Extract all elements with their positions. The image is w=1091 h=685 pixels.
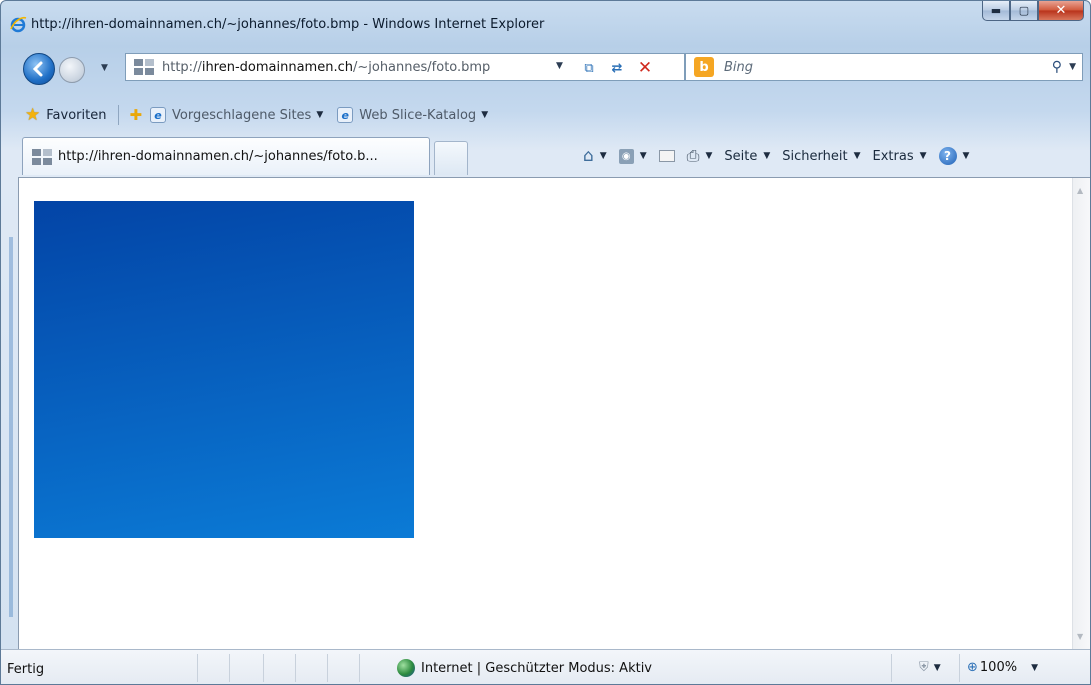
page-menu-label: Seite: [724, 148, 758, 164]
minimize-button[interactable]: ▬: [982, 1, 1010, 21]
ie-window: http://ihren-domainnamen.ch/~johannes/fo…: [0, 0, 1091, 685]
internet-globe-icon: [397, 659, 415, 677]
divider: [229, 654, 230, 682]
zone-label: Internet | Geschützter Modus: Aktiv: [421, 660, 652, 676]
protected-mode-icon: ⛨: [919, 660, 929, 675]
address-dropdown-icon[interactable]: ▼: [556, 61, 563, 71]
page-content: ▲ ▼: [18, 177, 1090, 649]
address-protocol: http://: [162, 59, 202, 75]
fav-item-web-slice-gallery[interactable]: e Web Slice-Katalog ▼: [337, 107, 488, 123]
fav-item-suggested-sites[interactable]: e Vorgeschlagene Sites ▼: [150, 107, 323, 123]
tools-menu-button[interactable]: Extras ▼: [873, 149, 927, 164]
tab-label: http://ihren-domainnamen.ch/~johannes/fo…: [58, 149, 378, 164]
new-tab-button[interactable]: [434, 141, 468, 175]
status-bar: Fertig Internet | Geschützter Modus: Akt…: [1, 649, 1090, 684]
favorites-star-icon: ★: [25, 105, 41, 125]
zoom-magnifier-icon: ⊕: [967, 660, 978, 675]
feeds-button[interactable]: ◉ ▼: [618, 148, 647, 164]
scroll-down-icon[interactable]: ▼: [1077, 632, 1083, 641]
chevron-down-icon: ▼: [962, 151, 970, 161]
favorites-label: Favoriten: [46, 107, 107, 123]
chevron-down-icon: ▼: [599, 151, 607, 161]
stop-icon[interactable]: ✕: [634, 58, 656, 78]
command-bar: ⌂ ▼ ◉ ▼ ⎙ ▼ Seite ▼ Sicherheit ▼ Extras …: [583, 143, 969, 169]
address-host: ihren-domainnamen.ch: [201, 59, 353, 75]
search-options-dropdown-icon[interactable]: ▼: [1069, 62, 1076, 72]
ie-logo-icon: [10, 16, 27, 33]
divider: [197, 654, 198, 682]
chevron-down-icon: ▼: [919, 151, 927, 161]
add-to-favorites-bar-icon[interactable]: ✚: [129, 106, 142, 124]
chevron-down-icon: ▼: [853, 151, 861, 161]
chevron-down-icon: ▼: [481, 110, 489, 120]
print-button[interactable]: ⎙ ▼: [687, 146, 713, 166]
zoom-button[interactable]: ⊕ 100% ▼: [967, 660, 1038, 675]
displayed-bitmap-image: [34, 201, 414, 538]
address-input[interactable]: http://ihren-domainnamen.ch/~johannes/fo…: [162, 60, 490, 75]
caption-buttons: ▬ ▢ ✕: [982, 1, 1084, 23]
favorites-bar: ★ Favoriten ✚ e Vorgeschlagene Sites ▼ e…: [1, 99, 1090, 131]
address-bar[interactable]: http://ihren-domainnamen.ch/~johannes/fo…: [125, 53, 685, 81]
protected-mode-button[interactable]: ⛨ ▼: [919, 660, 941, 675]
back-button[interactable]: [23, 53, 55, 85]
printer-icon: ⎙: [686, 146, 700, 165]
divider: [118, 105, 120, 125]
ie-page-icon: e: [337, 107, 354, 123]
chevron-down-icon: ▼: [1031, 662, 1038, 673]
page-menu-button[interactable]: Seite ▼: [724, 149, 770, 164]
home-icon: ⌂: [583, 146, 594, 166]
fav-item-label: Web Slice-Katalog: [359, 107, 477, 123]
compatibility-view-icon[interactable]: ⧉: [578, 58, 600, 78]
divider: [327, 654, 328, 682]
status-text: Fertig: [7, 662, 45, 677]
back-arrow-icon: [32, 61, 43, 77]
scroll-up-icon[interactable]: ▲: [1077, 186, 1083, 195]
page-favicon-icon: [134, 59, 154, 75]
divider: [959, 654, 960, 682]
security-zone[interactable]: Internet | Geschützter Modus: Aktiv: [397, 659, 652, 677]
mail-icon: [658, 150, 675, 162]
history-dropdown-icon[interactable]: ▼: [101, 63, 108, 73]
divider: [295, 654, 296, 682]
chevron-down-icon: ▼: [705, 151, 713, 161]
chevron-down-icon: ▼: [639, 151, 647, 161]
close-button[interactable]: ✕: [1038, 1, 1084, 21]
page-favicon-icon: [32, 148, 52, 165]
tab-current-page[interactable]: http://ihren-domainnamen.ch/~johannes/fo…: [22, 137, 430, 175]
chevron-down-icon: ▼: [933, 662, 941, 673]
search-bar[interactable]: b Bing ⚲ ▼: [685, 53, 1083, 81]
zoom-level: 100%: [979, 660, 1018, 675]
safety-menu-button[interactable]: Sicherheit ▼: [782, 149, 860, 164]
vertical-scrollbar[interactable]: ▲ ▼: [1072, 178, 1090, 649]
chevron-down-icon: ▼: [316, 110, 324, 120]
search-input[interactable]: Bing: [724, 60, 753, 75]
divider: [891, 654, 892, 682]
forward-button[interactable]: [59, 57, 85, 83]
tools-menu-label: Extras: [872, 148, 914, 164]
help-button[interactable]: ? ▼: [938, 147, 970, 165]
refresh-icon[interactable]: ⇄: [606, 58, 628, 78]
maximize-button[interactable]: ▢: [1010, 1, 1038, 21]
fav-item-label: Vorgeschlagene Sites: [172, 107, 312, 123]
chevron-down-icon: ▼: [763, 151, 771, 161]
rss-feed-icon: ◉: [618, 148, 634, 164]
divider: [263, 654, 264, 682]
divider: [359, 654, 360, 682]
navigation-bar: ▼ http://ihren-domainnamen.ch/~johannes/…: [1, 47, 1090, 87]
search-icon[interactable]: ⚲: [1052, 59, 1062, 75]
favorites-button[interactable]: ★ Favoriten: [25, 105, 106, 125]
home-button[interactable]: ⌂ ▼: [583, 146, 607, 166]
tab-row: http://ihren-domainnamen.ch/~johannes/fo…: [1, 135, 1090, 177]
window-left-frame: [1, 177, 18, 649]
address-path: /~johannes/foto.bmp: [352, 59, 491, 75]
read-mail-button[interactable]: [658, 150, 675, 162]
ie-page-icon: e: [150, 107, 167, 123]
window-title: http://ihren-domainnamen.ch/~johannes/fo…: [31, 17, 545, 32]
bing-logo-icon: b: [694, 57, 714, 77]
help-icon: ?: [938, 147, 957, 165]
title-bar: http://ihren-domainnamen.ch/~johannes/fo…: [1, 1, 1090, 45]
safety-menu-label: Sicherheit: [782, 148, 848, 164]
